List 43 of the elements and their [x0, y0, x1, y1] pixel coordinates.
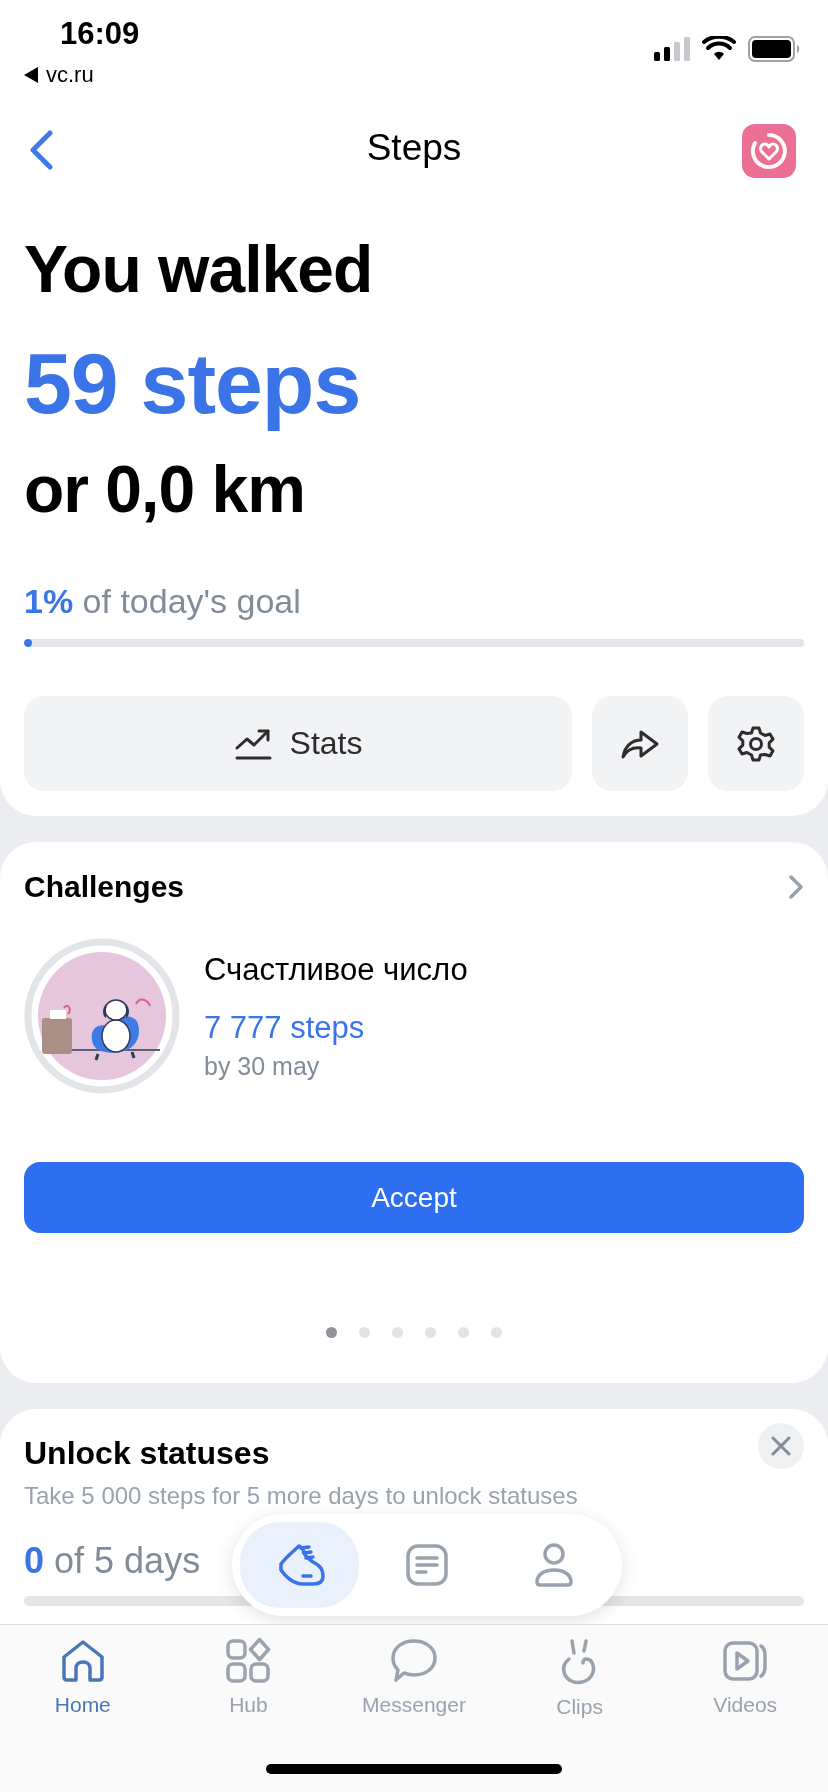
- goal-progress-text: 1% of today's goal: [24, 582, 301, 621]
- tab-bar-item[interactable]: Messenger: [331, 1637, 497, 1719]
- status-time: 16:09: [60, 16, 140, 52]
- tab-bar-item[interactable]: Home: [0, 1637, 166, 1719]
- tab-bar-item[interactable]: Clips: [496, 1637, 663, 1719]
- challenge-target: 7 777 steps: [204, 1009, 365, 1046]
- speech-bubble-icon: [389, 1637, 439, 1685]
- headline: You walked: [24, 231, 373, 308]
- section-title: Challenges: [24, 870, 185, 904]
- step-count: 59 steps: [24, 334, 361, 433]
- back-triangle-icon: [24, 67, 38, 83]
- page-dot[interactable]: [491, 1327, 502, 1338]
- card-title: Unlock statuses: [24, 1435, 270, 1472]
- grid-shapes-icon: [224, 1637, 273, 1685]
- close-icon: [771, 1436, 791, 1456]
- back-icon[interactable]: [28, 130, 54, 170]
- close-button[interactable]: [758, 1423, 804, 1469]
- screen-title: Steps: [366, 126, 462, 169]
- tab-bar-item[interactable]: Videos: [662, 1637, 828, 1719]
- page-dot[interactable]: [458, 1327, 469, 1338]
- page-dot[interactable]: [359, 1327, 370, 1338]
- tab-bar-item[interactable]: Hub: [165, 1637, 332, 1719]
- challenge-name: Счастливое число: [204, 951, 468, 988]
- chevron-right-icon[interactable]: [788, 874, 804, 900]
- heart-ring-app-icon[interactable]: [742, 124, 796, 178]
- page-dot[interactable]: [392, 1327, 403, 1338]
- steps-tab[interactable]: [240, 1522, 360, 1608]
- wifi-icon: [702, 36, 736, 62]
- page-dot[interactable]: [326, 1327, 337, 1338]
- back-to-app-link[interactable]: vc.ru: [46, 62, 94, 88]
- profile-icon: [533, 1542, 576, 1588]
- stats-button[interactable]: Stats: [24, 696, 572, 791]
- share-button[interactable]: [592, 696, 688, 791]
- distance: or 0,0 km: [24, 451, 305, 528]
- battery-icon: [748, 36, 800, 62]
- challenge-deadline: by 30 may: [204, 1051, 320, 1081]
- page-dot[interactable]: [425, 1327, 436, 1338]
- days-progress-text: 0 of 5 days: [24, 1540, 201, 1582]
- document-lines-icon: [404, 1542, 450, 1588]
- signal-icon: [654, 37, 690, 61]
- settings-button[interactable]: [708, 696, 804, 791]
- accept-button[interactable]: Accept: [24, 1162, 804, 1233]
- card-description: Take 5 000 steps for 5 more days to unlock statuses: [24, 1482, 579, 1510]
